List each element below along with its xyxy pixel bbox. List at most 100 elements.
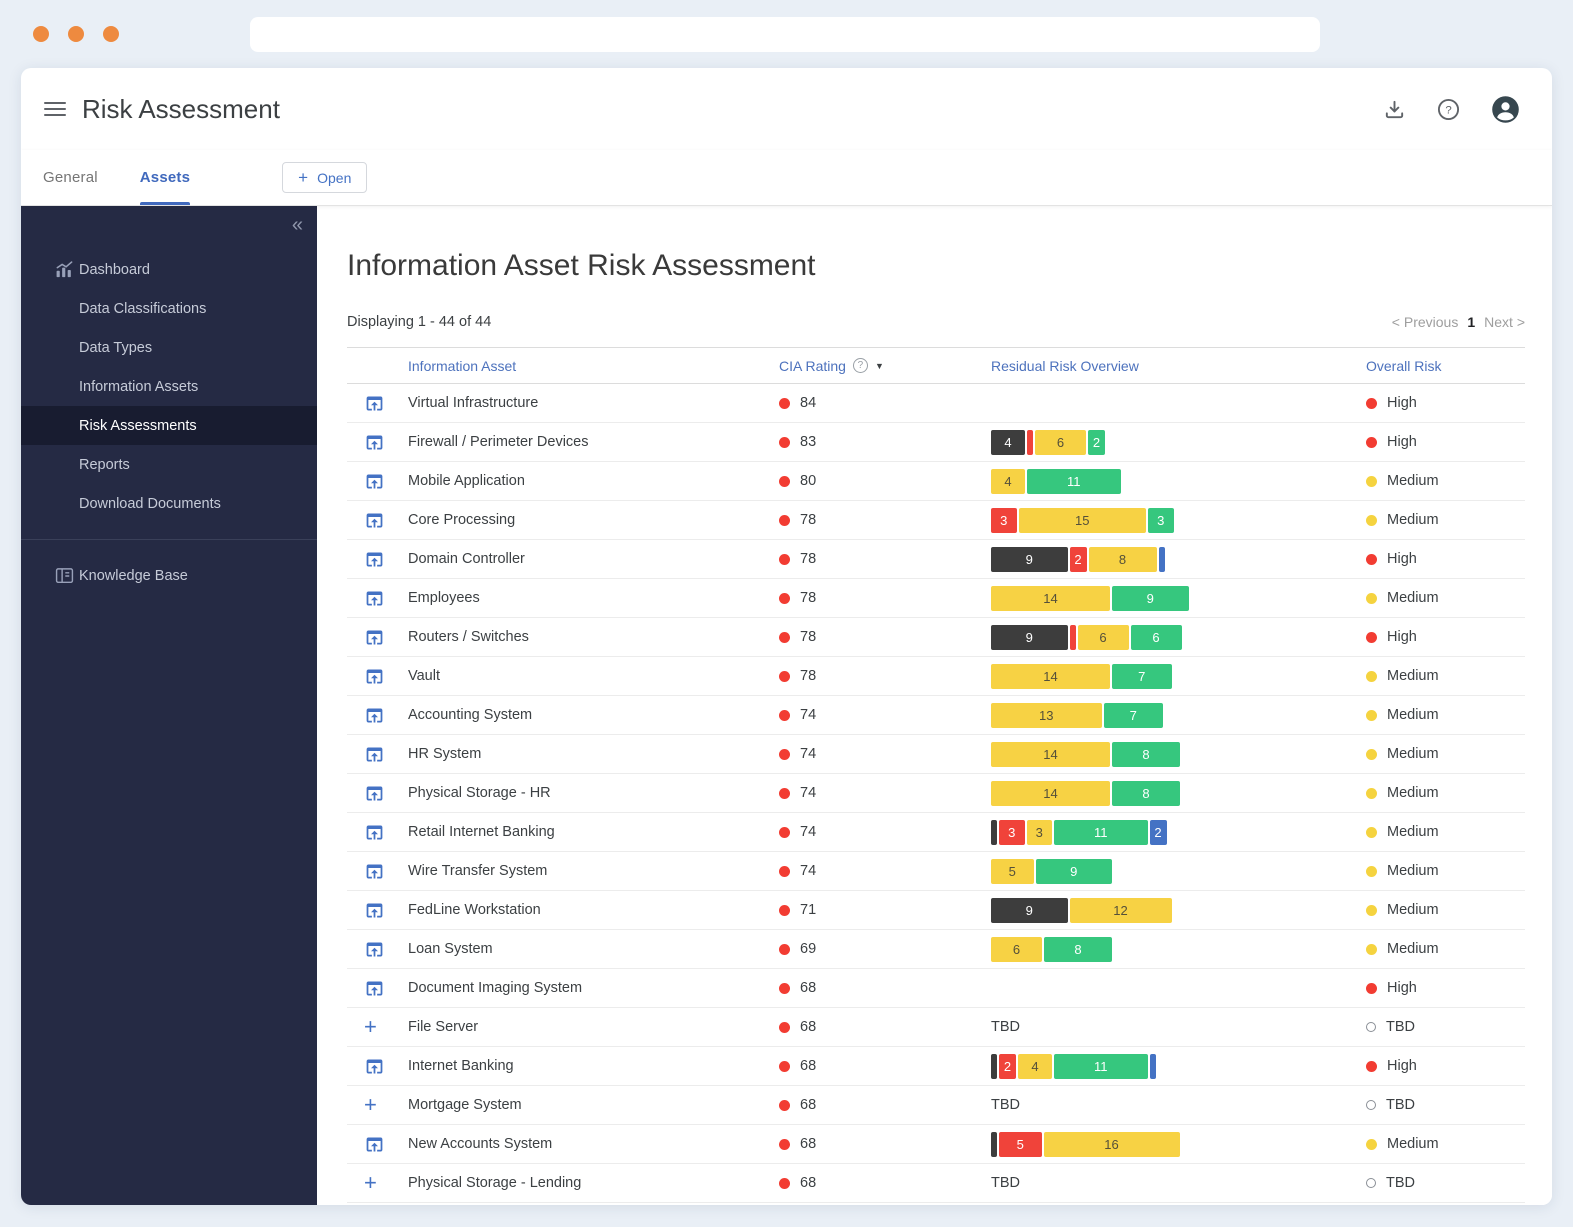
risk-segment-red bbox=[1069, 624, 1076, 650]
sidebar-item-download-documents[interactable]: Download Documents bbox=[21, 484, 317, 523]
open-in-browser-icon[interactable] bbox=[364, 939, 385, 960]
sidebar-item-label: Download Documents bbox=[79, 495, 221, 512]
table-row[interactable]: HR System 74 14 8 Medium bbox=[347, 735, 1525, 774]
open-in-browser-icon[interactable] bbox=[364, 393, 385, 414]
open-in-browser-icon[interactable] bbox=[364, 549, 385, 570]
table-row[interactable]: New Accounts System 68 5 16 Medium bbox=[347, 1125, 1525, 1164]
sidebar-item-risk-assessments[interactable]: Risk Assessments bbox=[21, 406, 317, 445]
sidebar-item-label: Risk Assessments bbox=[79, 417, 197, 434]
risk-segment-yellow: 6 bbox=[1035, 429, 1086, 455]
pagination-next[interactable]: Next > bbox=[1484, 314, 1525, 330]
header-overall-risk[interactable]: Overall Risk bbox=[1366, 358, 1525, 374]
open-in-browser-icon[interactable] bbox=[364, 1056, 385, 1077]
header-information-asset[interactable]: Information Asset bbox=[408, 358, 779, 374]
table-row[interactable]: Domain Controller 78 9 2 8 High bbox=[347, 540, 1525, 579]
main-content: Information Asset Risk Assessment Displa… bbox=[317, 206, 1552, 1205]
download-icon[interactable] bbox=[1383, 98, 1406, 121]
overall-risk-dot bbox=[1366, 787, 1377, 799]
open-in-browser-icon[interactable] bbox=[364, 510, 385, 531]
cia-rating-value: 68 bbox=[800, 1175, 817, 1191]
asset-name: Domain Controller bbox=[408, 551, 525, 567]
overall-risk-dot bbox=[1366, 670, 1377, 682]
table-row[interactable]: FedLine Workstation 71 9 12 Medium bbox=[347, 891, 1525, 930]
sidebar-item-information-assets[interactable]: Information Assets bbox=[21, 367, 317, 406]
window-control-dot[interactable] bbox=[103, 26, 119, 42]
overall-risk-label: Medium bbox=[1387, 707, 1439, 723]
table-row[interactable]: Core Processing 78 3 15 3 Medium bbox=[347, 501, 1525, 540]
risk-segment-blue: 2 bbox=[1149, 819, 1167, 845]
info-icon[interactable]: ? bbox=[852, 358, 868, 373]
risk-segment-yellow: 6 bbox=[1077, 624, 1129, 650]
sidebar-item-label: Data Types bbox=[79, 339, 153, 356]
window-control-dot[interactable] bbox=[33, 26, 49, 42]
table-row[interactable]: Wire Transfer System 74 5 9 Medium bbox=[347, 852, 1525, 891]
table-row[interactable]: + File Server 68 TBD TBD bbox=[347, 1008, 1525, 1047]
sidebar-item-label: Dashboard bbox=[79, 261, 150, 278]
table-row[interactable]: Loan System 69 6 8 Medium bbox=[347, 930, 1525, 969]
pagination-page-1[interactable]: 1 bbox=[1467, 314, 1475, 330]
table-row[interactable]: + Mortgage System 68 TBD TBD bbox=[347, 1086, 1525, 1125]
hamburger-menu-icon[interactable] bbox=[44, 102, 66, 116]
open-in-browser-icon[interactable] bbox=[364, 978, 385, 999]
cia-rating-dot bbox=[779, 748, 790, 760]
risk-segment-green: 8 bbox=[1044, 936, 1112, 962]
overall-risk-dot bbox=[1366, 1022, 1376, 1032]
plus-icon[interactable]: + bbox=[364, 1016, 377, 1038]
open-button[interactable]: + Open bbox=[282, 162, 368, 193]
table-row[interactable]: Physical Storage - HR 74 14 8 Medium bbox=[347, 774, 1525, 813]
overall-risk-label: Medium bbox=[1387, 941, 1439, 957]
browser-address-bar[interactable] bbox=[250, 17, 1320, 52]
sidebar-item-knowledge-base[interactable]: Knowledge Base bbox=[21, 556, 317, 595]
sidebar-collapse-icon[interactable]: « bbox=[292, 214, 303, 237]
table-row[interactable]: Internet Banking 68 2 4 11 High bbox=[347, 1047, 1525, 1086]
table-row[interactable]: Retail Internet Banking 74 3 3 11 2 Medium bbox=[347, 813, 1525, 852]
risk-segment-yellow: 5 bbox=[991, 858, 1034, 884]
sidebar-item-data-classifications[interactable]: Data Classifications bbox=[21, 289, 317, 328]
risk-segment-blue bbox=[1158, 546, 1165, 572]
header-cia-rating[interactable]: CIA Rating ? ▼ bbox=[779, 358, 884, 374]
open-in-browser-icon[interactable] bbox=[364, 783, 385, 804]
tab-general[interactable]: General bbox=[43, 150, 98, 205]
risk-segment-red: 3 bbox=[999, 819, 1025, 845]
residual-risk-bar: 3 15 3 bbox=[991, 507, 1174, 533]
table-row[interactable]: Firewall / Perimeter Devices 83 4 6 2 High bbox=[347, 423, 1525, 462]
overall-risk-dot bbox=[1366, 1100, 1376, 1110]
open-in-browser-icon[interactable] bbox=[364, 471, 385, 492]
plus-icon[interactable]: + bbox=[364, 1094, 377, 1116]
open-in-browser-icon[interactable] bbox=[364, 861, 385, 882]
tab-assets[interactable]: Assets bbox=[139, 150, 191, 205]
table-row[interactable]: Mobile Application 80 4 11 Medium bbox=[347, 462, 1525, 501]
window-controls bbox=[33, 26, 119, 42]
cia-rating-value: 68 bbox=[800, 1097, 817, 1113]
table-row[interactable]: Accounting System 74 13 7 Medium bbox=[347, 696, 1525, 735]
open-in-browser-icon[interactable] bbox=[364, 588, 385, 609]
sidebar-item-label: Reports bbox=[79, 456, 130, 473]
open-in-browser-icon[interactable] bbox=[364, 432, 385, 453]
open-in-browser-icon[interactable] bbox=[364, 900, 385, 921]
open-in-browser-icon[interactable] bbox=[364, 627, 385, 648]
risk-segment-black bbox=[991, 1131, 997, 1157]
sidebar-item-data-types[interactable]: Data Types bbox=[21, 328, 317, 367]
open-in-browser-icon[interactable] bbox=[364, 744, 385, 765]
asset-name: Mobile Application bbox=[408, 473, 525, 489]
overall-risk-label: Medium bbox=[1387, 824, 1439, 840]
pagination-previous[interactable]: < Previous bbox=[1392, 314, 1459, 330]
table-row[interactable]: Vault 78 14 7 Medium bbox=[347, 657, 1525, 696]
plus-icon[interactable]: + bbox=[364, 1172, 377, 1194]
open-in-browser-icon[interactable] bbox=[364, 666, 385, 687]
open-in-browser-icon[interactable] bbox=[364, 1134, 385, 1155]
tab-bar: General Assets + Open bbox=[21, 150, 1552, 206]
help-icon[interactable]: ? bbox=[1436, 97, 1461, 122]
account-icon[interactable] bbox=[1491, 95, 1520, 124]
table-row[interactable]: Employees 78 14 9 Medium bbox=[347, 579, 1525, 618]
header-residual-risk[interactable]: Residual Risk Overview bbox=[991, 358, 1366, 374]
sidebar-item-reports[interactable]: Reports bbox=[21, 445, 317, 484]
open-in-browser-icon[interactable] bbox=[364, 705, 385, 726]
table-row[interactable]: + Physical Storage - Lending 68 TBD TBD bbox=[347, 1164, 1525, 1203]
sidebar-item-dashboard[interactable]: Dashboard bbox=[21, 250, 317, 289]
table-row[interactable]: Virtual Infrastructure 84 High bbox=[347, 384, 1525, 423]
table-row[interactable]: Document Imaging System 68 High bbox=[347, 969, 1525, 1008]
table-row[interactable]: Routers / Switches 78 9 6 6 High bbox=[347, 618, 1525, 657]
open-in-browser-icon[interactable] bbox=[364, 822, 385, 843]
window-control-dot[interactable] bbox=[68, 26, 84, 42]
